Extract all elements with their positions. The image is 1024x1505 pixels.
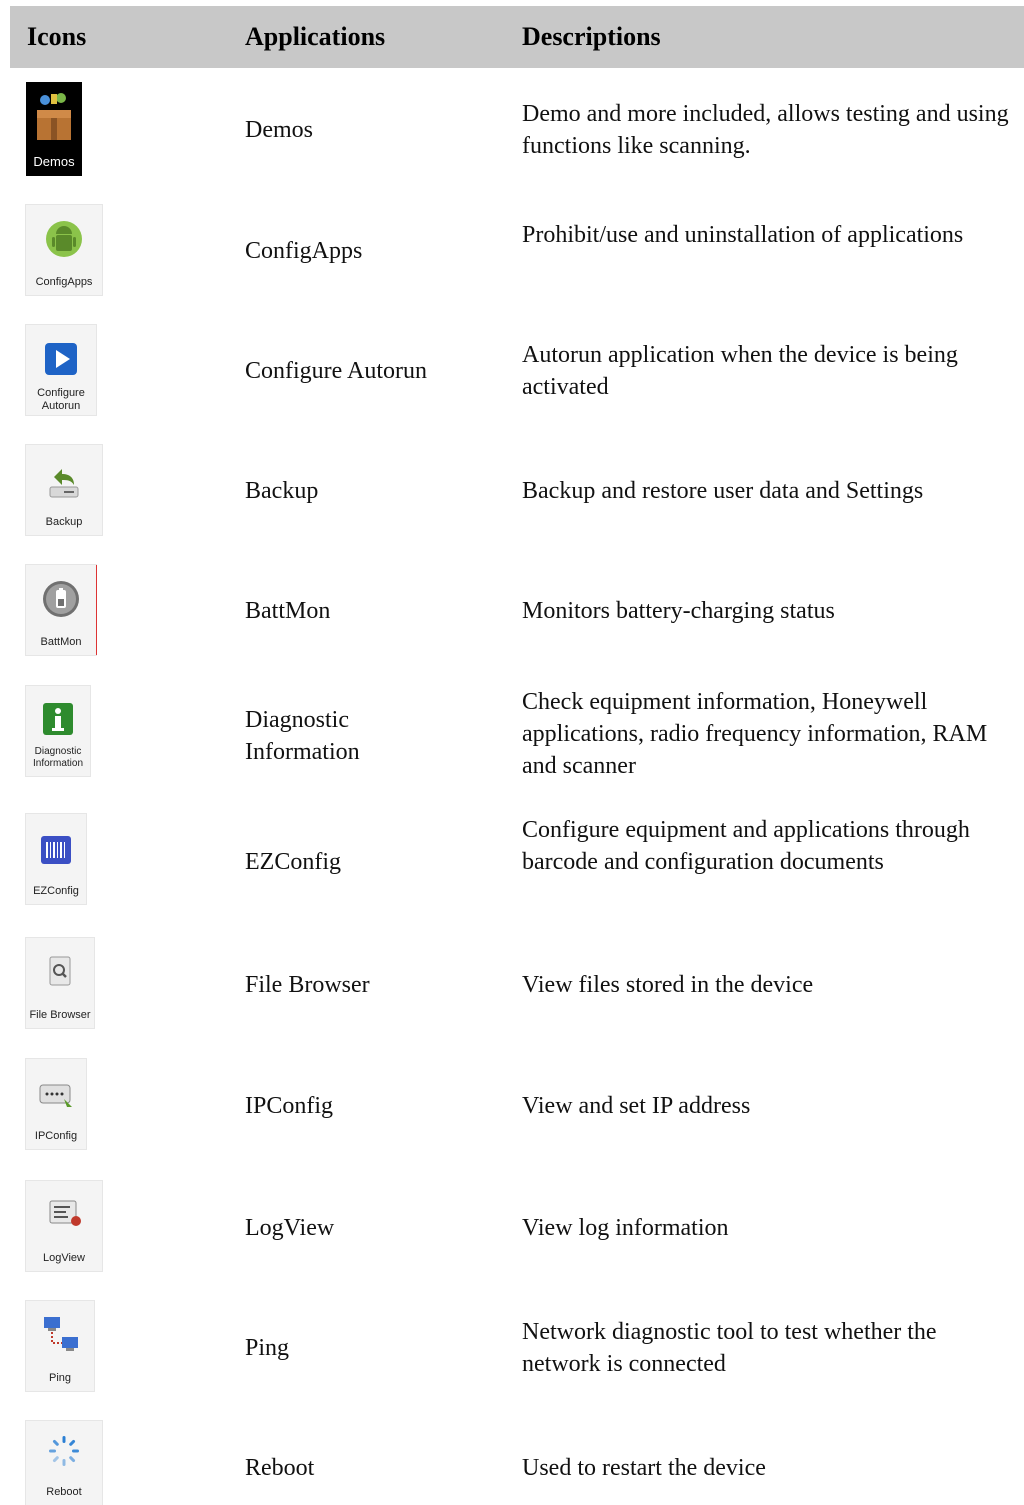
- spinner-graphic: [49, 1436, 79, 1466]
- ping-graphic: [44, 1317, 78, 1351]
- icon-label: Configure Autorun: [37, 387, 85, 412]
- app-description: Used to restart the device: [522, 1455, 766, 1481]
- table-row: Reboot Reboot Used to restart the device: [0, 1421, 1024, 1505]
- battery-monitor-icon[interactable]: BattMon: [26, 565, 96, 655]
- icon-label: File Browser: [29, 1009, 91, 1021]
- ip-graphic: [39, 1084, 72, 1107]
- app-name: File Browser: [245, 972, 370, 998]
- icon-label: Demos: [33, 154, 75, 169]
- barcode-graphic: [41, 836, 71, 864]
- app-name: Diagnostic Information: [245, 707, 360, 765]
- icon-label: LogView: [43, 1252, 85, 1264]
- table-header: Icons Applications Descriptions: [10, 6, 1024, 68]
- header-applications: Applications: [245, 22, 386, 51]
- ping-network-icon[interactable]: Ping: [26, 1301, 94, 1391]
- battery-graphic: [43, 581, 79, 617]
- table-row: EZConfig EZConfig Configure equipment an…: [0, 814, 1024, 906]
- log-graphic: [49, 1200, 81, 1226]
- demos-box-icon[interactable]: Demos: [26, 82, 82, 176]
- app-name: IPConfig: [245, 1093, 334, 1119]
- table-row: BattMon BattMon Monitors battery-chargin…: [0, 565, 1024, 657]
- app-name: Configure Autorun: [245, 358, 427, 384]
- app-name: Ping: [245, 1335, 290, 1361]
- app-description: Backup and restore user data and Setting…: [522, 478, 924, 504]
- table-row: Configure Autorun Configure Autorun Auto…: [0, 325, 1024, 417]
- table-row: Demos Demos Demo and more included, allo…: [0, 82, 1024, 182]
- icon-label: BattMon: [40, 636, 82, 648]
- app-description: View log information: [522, 1215, 729, 1241]
- app-name: EZConfig: [245, 849, 341, 875]
- app-name: BattMon: [245, 598, 331, 624]
- icon-label: Backup: [45, 516, 83, 528]
- app-description: Network diagnostic tool to test whether …: [522, 1319, 937, 1377]
- app-name: Backup: [245, 478, 319, 504]
- app-description: Demo and more included, allows testing a…: [522, 101, 1009, 159]
- icon-label: ConfigApps: [35, 276, 93, 288]
- icon-label: IPConfig: [34, 1130, 78, 1142]
- header-descriptions: Descriptions: [522, 22, 661, 51]
- info-graphic: [43, 703, 73, 735]
- app-description: View and set IP address: [522, 1093, 751, 1119]
- info-icon[interactable]: Diagnostic Information: [26, 686, 90, 776]
- ip-config-icon[interactable]: IPConfig: [26, 1059, 86, 1149]
- app-description: Monitors battery-charging status: [522, 598, 835, 624]
- file-graphic: [49, 956, 71, 986]
- table-row: Ping Ping Network diagnostic tool to tes…: [0, 1301, 1024, 1393]
- icon-label: Ping: [48, 1372, 72, 1384]
- play-graphic: [45, 343, 77, 375]
- table-row: File Browser File Browser View files sto…: [0, 938, 1024, 1030]
- app-description: Prohibit/use and uninstallation of appli…: [522, 222, 964, 248]
- app-description: Autorun application when the device is b…: [522, 342, 958, 400]
- box-graphic: [37, 93, 71, 140]
- table-row: Diagnostic Information Diagnostic Inform…: [0, 686, 1024, 782]
- table-row: Backup Backup Backup and restore user da…: [0, 445, 1024, 537]
- app-name: Demos: [245, 117, 313, 143]
- android-graphic: [46, 221, 82, 257]
- file-search-icon[interactable]: File Browser: [26, 938, 94, 1028]
- table-row: IPConfig IPConfig View and set IP addres…: [0, 1059, 1024, 1151]
- reboot-spinner-icon[interactable]: Reboot: [26, 1421, 102, 1505]
- icon-label: EZConfig: [33, 885, 79, 897]
- table-row: ConfigApps ConfigApps Prohibit/use and u…: [0, 205, 1024, 297]
- icon-label: Reboot: [46, 1486, 82, 1498]
- play-autorun-icon[interactable]: Configure Autorun: [26, 325, 96, 415]
- barcode-icon[interactable]: EZConfig: [26, 814, 86, 904]
- app-description: Configure equipment and applications thr…: [522, 817, 970, 875]
- backup-graphic: [49, 469, 79, 498]
- backup-arrow-icon[interactable]: Backup: [26, 445, 102, 535]
- header-icons: Icons: [27, 22, 87, 51]
- icon-label: Diagnostic Information: [32, 746, 84, 769]
- app-description: Check equipment information, Honeywell a…: [522, 689, 988, 779]
- table-row: LogView LogView View log information: [0, 1181, 1024, 1273]
- log-view-icon[interactable]: LogView: [26, 1181, 102, 1271]
- app-name: ConfigApps: [245, 238, 363, 264]
- app-description: View files stored in the device: [522, 972, 814, 998]
- app-name: LogView: [245, 1215, 335, 1241]
- android-config-icon[interactable]: ConfigApps: [26, 205, 102, 295]
- app-name: Reboot: [245, 1455, 315, 1481]
